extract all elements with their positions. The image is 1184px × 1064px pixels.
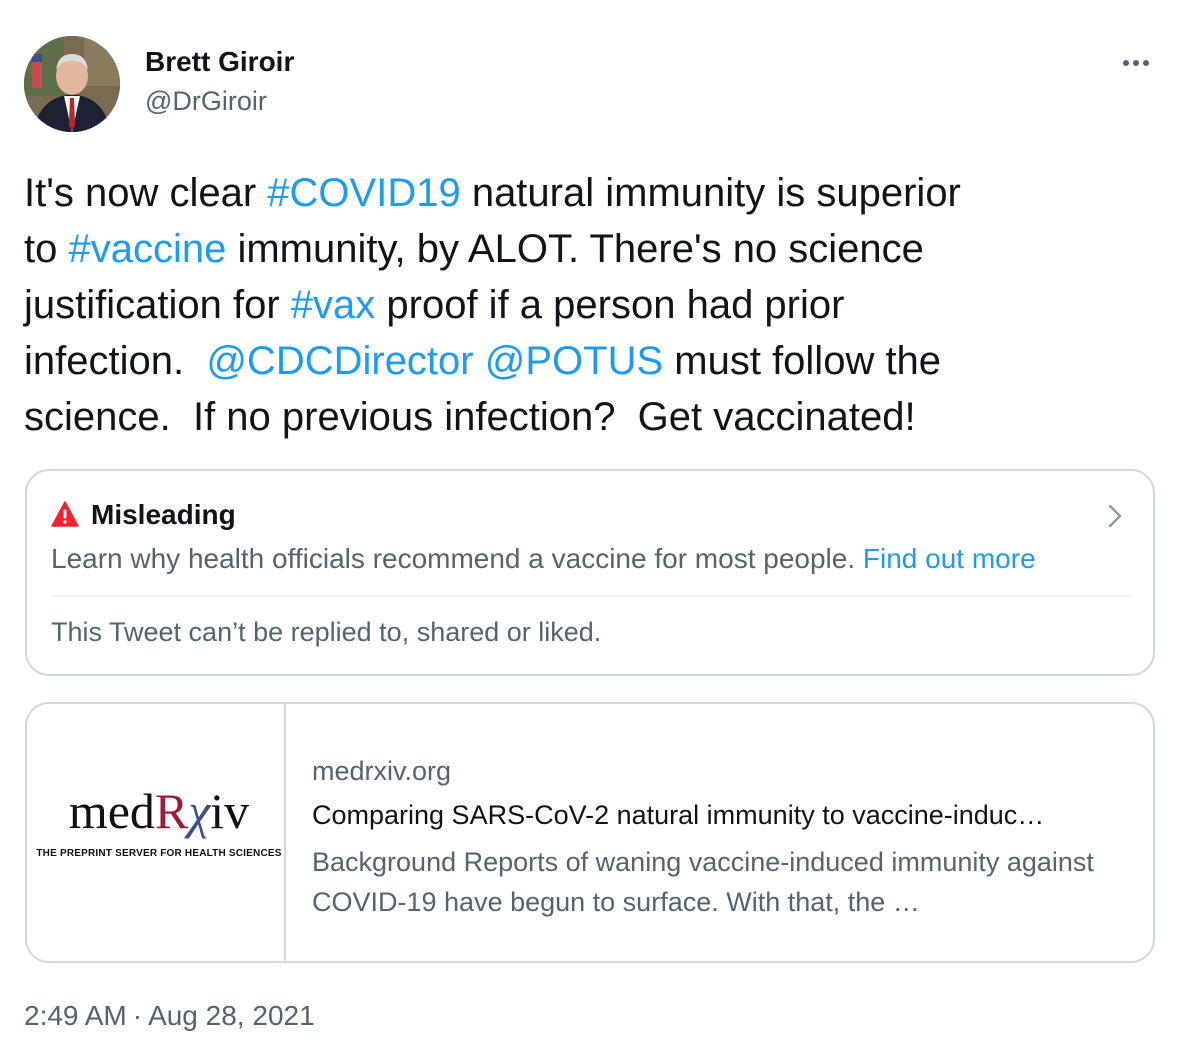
- tweet-text-segment: [474, 339, 485, 383]
- misleading-notice: Misleading Learn why health officials re…: [25, 469, 1155, 676]
- card-title: Comparing SARS-CoV-2 natural immunity to…: [312, 800, 1045, 830]
- hashtag-link[interactable]: #COVID19: [267, 171, 460, 215]
- svg-text:medRχiv: medRχiv: [69, 783, 249, 839]
- mention-link[interactable]: @POTUS: [485, 339, 663, 383]
- medrxiv-logo: medRχiv THE PREPRINT SERVER FOR HEALTH S…: [33, 774, 285, 864]
- tweet-text-segment: must follow the: [663, 339, 942, 383]
- find-out-more-link[interactable]: Find out more: [863, 543, 1036, 574]
- author-handle[interactable]: @DrGiroir: [145, 86, 267, 117]
- tweet-time: 2:49 AM: [24, 1000, 127, 1031]
- misleading-description-text: Learn why health officials recommend a v…: [51, 543, 856, 574]
- tweet-text-segment: to: [24, 227, 69, 271]
- tweet-line: science. If no previous infection? Get v…: [24, 389, 1154, 445]
- tweet-date: Aug 28, 2021: [148, 1000, 315, 1031]
- author-display-name[interactable]: Brett Giroir: [145, 46, 294, 78]
- hashtag-link[interactable]: #vax: [291, 283, 376, 327]
- tweet-text-segment: immunity, by ALOT. There's no science: [226, 227, 924, 271]
- separator: ·: [132, 1000, 143, 1031]
- tweet-line: justification for #vax proof if a person…: [24, 277, 1154, 333]
- avatar-image: [24, 36, 120, 132]
- misleading-description: Learn why health officials recommend a v…: [51, 543, 1036, 575]
- tweet-text: It's now clear #COVID19 natural immunity…: [24, 165, 1154, 445]
- more-options-button[interactable]: [1116, 44, 1156, 80]
- divider: [51, 595, 1131, 597]
- tweet-line: to #vaccine immunity, by ALOT. There's n…: [24, 221, 1154, 277]
- interaction-restricted-note: This Tweet can’t be replied to, shared o…: [51, 617, 602, 647]
- mention-link[interactable]: @CDCDirector: [206, 339, 473, 383]
- more-horizontal-icon: [1123, 60, 1149, 66]
- hashtag-link[interactable]: #vaccine: [68, 227, 226, 271]
- card-domain: medrxiv.org: [312, 756, 452, 786]
- card-thumbnail: medRχiv THE PREPRINT SERVER FOR HEALTH S…: [27, 704, 286, 961]
- tweet-line: It's now clear #COVID19 natural immunity…: [24, 165, 1154, 221]
- tweet-line: infection. @CDCDirector @POTUS must foll…: [24, 333, 1154, 389]
- tweet-text-segment: justification for: [24, 283, 291, 327]
- tweet-timestamp[interactable]: 2:49 AM · Aug 28, 2021: [24, 1000, 315, 1032]
- svg-text:THE PREPRINT SERVER FOR HEALTH: THE PREPRINT SERVER FOR HEALTH SCIENCES: [36, 848, 281, 859]
- avatar[interactable]: [24, 36, 120, 132]
- tweet-text-segment: natural immunity is superior: [460, 171, 961, 215]
- link-preview-card[interactable]: medRχiv THE PREPRINT SERVER FOR HEALTH S…: [25, 702, 1155, 963]
- misleading-notice-header[interactable]: Misleading Learn why health officials re…: [27, 471, 1153, 593]
- tweet-text-segment: infection.: [24, 339, 207, 383]
- misleading-label: Misleading: [91, 499, 236, 530]
- tweet-text-segment: science. If no previous infection? Get v…: [24, 395, 916, 439]
- card-description: Background Reports of waning vaccine-ind…: [312, 847, 1094, 917]
- chevron-right-icon: [1105, 503, 1125, 529]
- tweet-text-segment: It's now clear: [24, 171, 268, 215]
- warning-triangle-icon: [51, 501, 79, 527]
- tweet-text-segment: proof if a person had prior: [375, 283, 845, 327]
